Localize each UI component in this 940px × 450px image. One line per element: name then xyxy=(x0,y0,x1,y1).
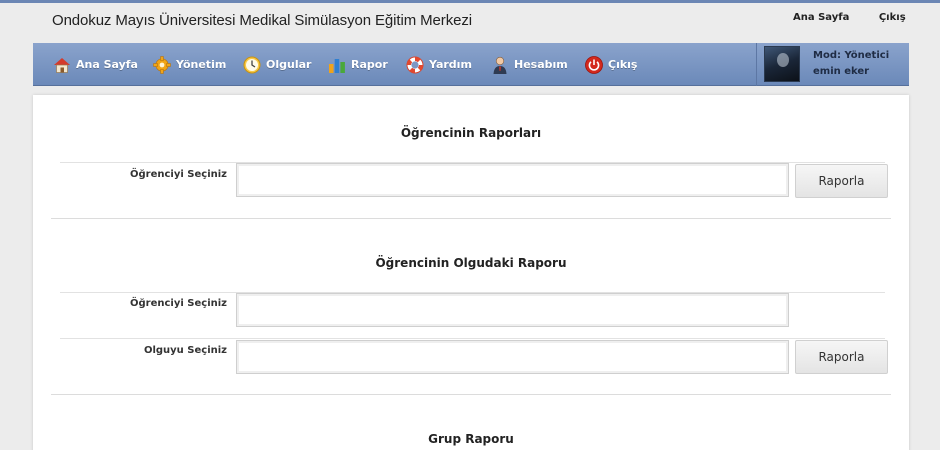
nav-item-account[interactable]: Hesabım xyxy=(490,43,568,86)
student-select-field[interactable] xyxy=(236,293,789,327)
home-icon xyxy=(52,55,72,75)
report-button[interactable]: Raporla xyxy=(795,340,888,374)
user-icon xyxy=(490,55,510,75)
clock-icon xyxy=(242,55,262,75)
avatar[interactable] xyxy=(764,46,800,82)
main-navbar: Ana Sayfa Yönetim Olgular Rapor Yardım H… xyxy=(33,43,909,86)
nav-item-management-label: Yönetim xyxy=(176,58,227,71)
case-select-label: Olguyu Seçiniz xyxy=(143,345,227,356)
top-link-logout[interactable]: Çıkış xyxy=(879,12,906,23)
nav-item-account-label: Hesabım xyxy=(514,58,568,71)
power-icon xyxy=(584,55,604,75)
case-select-field[interactable] xyxy=(236,340,789,374)
lifebuoy-icon xyxy=(405,55,425,75)
content-panel: Öğrencinin Raporları Öğrenciyi Seçiniz R… xyxy=(33,95,909,450)
user-box: Mod: Yönetici emin eker xyxy=(756,43,909,86)
user-role: Mod: Yönetici xyxy=(813,50,890,61)
student-select-label: Öğrenciyi Seçiniz xyxy=(130,169,227,180)
nav-item-cases-label: Olgular xyxy=(266,58,312,71)
nav-item-help-label: Yardım xyxy=(429,58,472,71)
row-divider xyxy=(60,338,885,339)
nav-item-management[interactable]: Yönetim xyxy=(152,43,226,86)
nav-item-home-label: Ana Sayfa xyxy=(76,58,138,71)
section-separator xyxy=(51,218,891,219)
top-link-home[interactable]: Ana Sayfa xyxy=(793,12,849,23)
bar-chart-icon xyxy=(327,55,347,75)
nav-item-report[interactable]: Rapor xyxy=(327,43,388,86)
nav-item-logout[interactable]: Çıkış xyxy=(584,43,637,86)
section-separator xyxy=(51,394,891,395)
report-button[interactable]: Raporla xyxy=(795,164,888,198)
nav-item-logout-label: Çıkış xyxy=(608,58,638,71)
nav-item-report-label: Rapor xyxy=(351,58,388,71)
section-title-student-reports: Öğrencinin Raporları xyxy=(400,126,542,140)
top-accent-line xyxy=(0,0,940,3)
site-title: Ondokuz Mayıs Üniversitesi Medikal Simül… xyxy=(52,12,472,29)
top-links: Ana Sayfa Çıkış xyxy=(793,12,906,23)
gear-icon xyxy=(152,55,172,75)
user-name[interactable]: emin eker xyxy=(813,66,869,77)
student-select-label: Öğrenciyi Seçiniz xyxy=(130,298,227,309)
section-title-student-case-report: Öğrencinin Olgudaki Raporu xyxy=(375,256,567,270)
nav-item-cases[interactable]: Olgular xyxy=(242,43,311,86)
section-title-group-report: Grup Raporu xyxy=(428,432,514,446)
nav-item-help[interactable]: Yardım xyxy=(405,43,472,86)
student-select-field[interactable] xyxy=(236,163,789,197)
nav-item-home[interactable]: Ana Sayfa xyxy=(52,43,138,86)
